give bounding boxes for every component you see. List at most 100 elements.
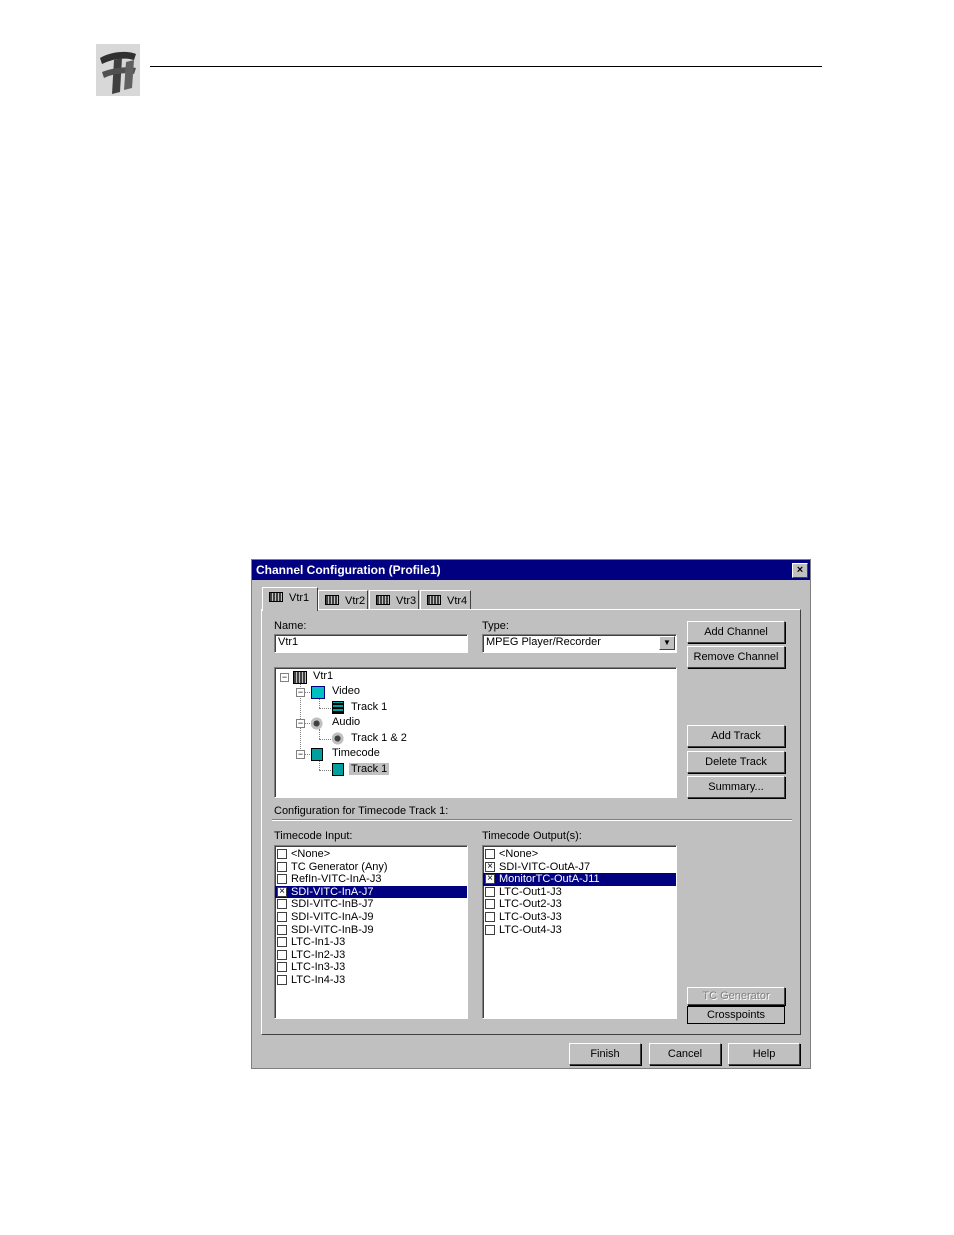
- list-item[interactable]: × SDI-VITC-InA-J7: [275, 885, 467, 899]
- list-item[interactable]: SDI-VITC-InB-J7: [275, 898, 467, 911]
- channel-configuration-dialog: Channel Configuration (Profile1) × Vtr1 …: [251, 559, 811, 1069]
- checkbox[interactable]: [277, 861, 287, 872]
- list-item[interactable]: LTC-In3-J3: [275, 961, 467, 974]
- list-item[interactable]: <None>: [275, 848, 467, 861]
- delete-track-button[interactable]: Delete Track: [687, 751, 785, 773]
- checkbox[interactable]: [277, 974, 287, 985]
- checkbox[interactable]: [277, 899, 287, 910]
- collapse-toggle[interactable]: −: [296, 750, 305, 759]
- tab-vtr2[interactable]: Vtr2: [318, 590, 368, 610]
- vtr-icon: [269, 592, 283, 602]
- list-item[interactable]: LTC-Out4-J3: [483, 924, 676, 937]
- name-field[interactable]: Vtr1: [274, 634, 468, 653]
- list-item-label: SDI-VITC-InA-J9: [291, 910, 374, 923]
- cancel-button[interactable]: Cancel: [649, 1043, 721, 1065]
- type-dropdown[interactable]: MPEG Player/Recorder ▼: [482, 634, 677, 653]
- list-item[interactable]: LTC-In4-J3: [275, 974, 467, 987]
- list-item[interactable]: LTC-Out1-J3: [483, 886, 676, 899]
- list-item-label: SDI-VITC-InA-J7: [291, 885, 374, 898]
- checkbox[interactable]: [277, 962, 287, 973]
- checkbox[interactable]: [485, 899, 495, 910]
- tree-node-video[interactable]: Video: [332, 685, 360, 697]
- list-item-label: RefIn-VITC-InA-J3: [291, 873, 382, 886]
- close-button[interactable]: ×: [792, 563, 808, 578]
- timecode-input-label: Timecode Input:: [274, 830, 353, 842]
- tree-connector: [319, 739, 331, 740]
- collapse-toggle[interactable]: −: [296, 688, 305, 697]
- list-item-label: LTC-In2-J3: [291, 948, 346, 961]
- list-item[interactable]: LTC-In1-J3: [275, 936, 467, 949]
- list-item[interactable]: × SDI-VITC-OutA-J7: [483, 861, 676, 874]
- list-item[interactable]: SDI-VITC-InB-J9: [275, 924, 467, 937]
- checkbox[interactable]: ×: [485, 861, 495, 872]
- video-icon: [311, 686, 325, 699]
- collapse-toggle[interactable]: −: [296, 719, 305, 728]
- name-label: Name:: [274, 620, 307, 632]
- header-rule: [150, 66, 822, 67]
- tree-node-video-track[interactable]: Track 1: [351, 701, 387, 713]
- add-track-button[interactable]: Add Track: [687, 725, 785, 747]
- type-value: MPEG Player/Recorder: [486, 636, 601, 648]
- checkbox[interactable]: [277, 937, 287, 948]
- tc-generator-button[interactable]: TC Generator: [687, 987, 785, 1005]
- remove-channel-button[interactable]: Remove Channel: [687, 646, 785, 668]
- speaker-icon: [311, 717, 325, 730]
- list-item-label: LTC-In4-J3: [291, 973, 346, 986]
- dialog-title: Channel Configuration (Profile1): [256, 563, 441, 577]
- tab-label: Vtr3: [396, 595, 417, 607]
- checkbox[interactable]: [485, 924, 495, 935]
- type-label: Type:: [482, 620, 509, 632]
- checkbox[interactable]: [485, 911, 495, 922]
- timecode-output-label: Timecode Output(s):: [482, 830, 582, 842]
- tree-node-audio[interactable]: Audio: [332, 716, 360, 728]
- tree-connector: [319, 708, 331, 709]
- checkbox[interactable]: [277, 849, 287, 859]
- tree-node-vtr1[interactable]: Vtr1: [313, 670, 333, 682]
- list-item[interactable]: LTC-Out2-J3: [483, 898, 676, 911]
- checkbox[interactable]: [277, 924, 287, 935]
- tab-vtr1[interactable]: Vtr1: [262, 587, 318, 611]
- vtr-icon: [376, 595, 390, 605]
- checkbox[interactable]: [485, 886, 495, 897]
- list-item[interactable]: LTC-Out3-J3: [483, 911, 676, 924]
- finish-button[interactable]: Finish: [569, 1043, 641, 1065]
- timecode-input-list[interactable]: <None> TC Generator (Any) RefIn-VITC-InA-J…: [274, 845, 468, 1019]
- tree-node-timecode-track[interactable]: Track 1: [349, 763, 390, 775]
- company-logo: [96, 44, 140, 96]
- list-item-label: LTC-Out3-J3: [499, 910, 562, 923]
- crosspoints-button[interactable]: Crosspoints: [687, 1006, 785, 1024]
- tree-connector: [319, 760, 320, 770]
- list-item-label: SDI-VITC-InB-J9: [291, 923, 374, 936]
- checkbox[interactable]: ×: [485, 874, 495, 885]
- vtr-icon: [427, 595, 441, 605]
- list-item[interactable]: × MonitorTC-OutA-J11: [483, 873, 676, 886]
- config-label: Configuration for Timecode Track 1:: [274, 805, 449, 817]
- tab-vtr3[interactable]: Vtr3: [369, 590, 419, 610]
- collapse-toggle[interactable]: −: [280, 673, 289, 682]
- checkbox[interactable]: [277, 874, 287, 885]
- timecode-output-list[interactable]: <None> × SDI-VITC-OutA-J7 × MonitorTC-OutA-J…: [482, 845, 677, 1019]
- speaker-icon: [332, 732, 346, 745]
- timecode-icon: [332, 763, 344, 776]
- help-button[interactable]: Help: [728, 1043, 800, 1065]
- list-item-label: LTC-Out4-J3: [499, 923, 562, 936]
- add-channel-button[interactable]: Add Channel: [687, 621, 785, 643]
- checkbox[interactable]: [277, 949, 287, 960]
- checkbox[interactable]: [277, 911, 287, 922]
- chevron-down-icon[interactable]: ▼: [659, 636, 675, 650]
- tree-node-timecode[interactable]: Timecode: [332, 747, 380, 759]
- list-item[interactable]: <None>: [483, 848, 676, 861]
- list-item[interactable]: LTC-In2-J3: [275, 949, 467, 962]
- tab-label: Vtr4: [447, 595, 468, 607]
- dialog-titlebar: Channel Configuration (Profile1) ×: [252, 560, 810, 580]
- list-item[interactable]: RefIn-VITC-InA-J3: [275, 873, 467, 886]
- tree-node-audio-track[interactable]: Track 1 & 2: [351, 732, 407, 744]
- summary-button[interactable]: Summary...: [687, 776, 785, 798]
- channel-tree[interactable]: − Vtr1 − Video Track 1 − Audio Track 1 &…: [274, 667, 677, 798]
- tab-vtr4[interactable]: Vtr4: [420, 590, 471, 610]
- tab-label: Vtr1: [289, 592, 310, 604]
- checkbox[interactable]: ×: [277, 886, 287, 897]
- list-item[interactable]: SDI-VITC-InA-J9: [275, 911, 467, 924]
- list-item[interactable]: TC Generator (Any): [275, 861, 467, 874]
- checkbox[interactable]: [485, 849, 495, 859]
